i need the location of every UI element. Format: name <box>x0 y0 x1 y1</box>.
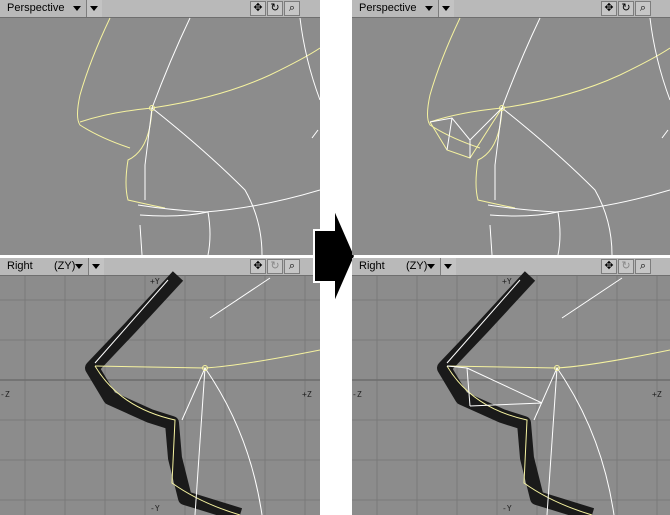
axis-label-top: +Y <box>150 277 160 286</box>
axis-label-right: +Z <box>652 390 662 399</box>
viewport-right-right[interactable]: Right (ZY) ✥ ↻ ⌕ +Y -Y +Z -Z <box>352 258 670 515</box>
axis-label-left: -Z <box>0 390 10 399</box>
right-view-wireframe <box>352 271 670 515</box>
viewport-right-left[interactable]: Right (ZY) ✥ ↻ ⌕ +Y -Y +Z -Z <box>0 258 320 515</box>
perspective-wireframe <box>77 17 320 255</box>
axis-label-right: +Z <box>302 390 312 399</box>
viewport-perspective-left[interactable]: Perspective ✥ ↻ ⌕ <box>0 0 320 255</box>
right-view-wireframe <box>0 271 320 515</box>
right-arrow-icon <box>313 207 357 305</box>
viewport-perspective-right[interactable]: Perspective ✥ ↻ ⌕ <box>352 0 670 255</box>
axis-label-left: -Z <box>352 390 362 399</box>
axis-label-bottom: -Y <box>150 504 160 513</box>
axis-label-bottom: -Y <box>502 504 512 513</box>
perspective-wireframe <box>427 17 670 255</box>
axis-label-top: +Y <box>502 277 512 286</box>
